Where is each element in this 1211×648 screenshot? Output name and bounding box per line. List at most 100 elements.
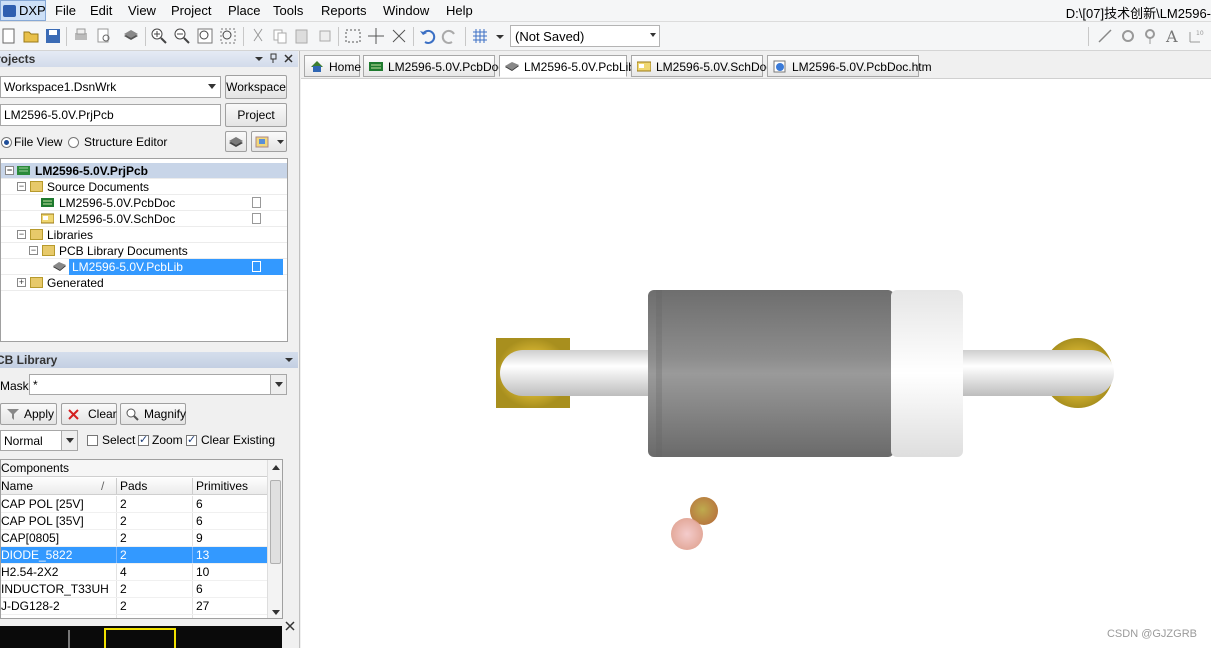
redo-icon[interactable] — [441, 27, 459, 45]
table-row[interactable]: CAP POL [25V] 2 6 — [1, 496, 267, 513]
table-row[interactable]: DIODE_5822 2 13 — [1, 547, 267, 564]
column-pads-header[interactable]: Pads — [120, 479, 147, 493]
layers-icon[interactable] — [122, 27, 140, 45]
magnify-button[interactable]: Magnify — [120, 403, 186, 425]
close-icon[interactable] — [285, 621, 295, 631]
cell-primitives: 13 — [196, 548, 210, 562]
origin-icon[interactable]: 10 — [1188, 27, 1206, 45]
components-scrollbar[interactable] — [267, 460, 282, 618]
scroll-down-chevron-icon[interactable] — [272, 610, 280, 616]
pad-icon[interactable] — [1119, 27, 1137, 45]
tree-item-libraries[interactable]: − Libraries — [1, 227, 287, 243]
collapse-icon[interactable]: − — [29, 246, 38, 255]
via-icon[interactable] — [1142, 27, 1160, 45]
zoom-area-icon[interactable] — [219, 27, 237, 45]
pin-icon[interactable] — [268, 53, 279, 64]
undo-icon[interactable] — [418, 27, 436, 45]
deselect-icon[interactable] — [390, 27, 408, 45]
pcb-3d-view[interactable]: CSDN @GJZGRB — [301, 79, 1211, 648]
collapse-icon[interactable]: − — [5, 166, 14, 175]
line-icon[interactable] — [1096, 27, 1114, 45]
print-icon[interactable] — [72, 27, 90, 45]
diode-body — [648, 290, 894, 457]
collapse-icon[interactable]: − — [17, 230, 26, 239]
menu-reports[interactable]: Reports — [321, 3, 367, 18]
mask-dropdown-button[interactable] — [270, 375, 286, 394]
zoom-out-icon[interactable] — [173, 27, 191, 45]
project-field[interactable]: LM2596-5.0V.PrjPcb — [0, 104, 221, 126]
menu-place[interactable]: Place — [228, 3, 261, 18]
select-area-icon[interactable] — [344, 27, 362, 45]
structure-editor-radio[interactable] — [68, 137, 79, 148]
new-file-icon[interactable] — [0, 27, 18, 45]
tab-schdoc[interactable]: LM2596-5.0V.SchDoc — [631, 55, 772, 77]
collapse-icon[interactable]: − — [17, 182, 26, 191]
column-name-header[interactable]: Name — [1, 479, 33, 493]
table-row[interactable]: INDUCTOR_T33UH 2 6 — [1, 581, 267, 598]
column-divider — [116, 547, 117, 563]
column-primitives-header[interactable]: Primitives — [196, 479, 248, 493]
menu-view[interactable]: View — [128, 3, 156, 18]
scrollbar-thumb[interactable] — [270, 480, 281, 564]
menu-dxp[interactable]: DXP — [0, 0, 46, 21]
clear-existing-checkbox[interactable] — [186, 433, 197, 446]
tree-item-source-documents[interactable]: − Source Documents — [1, 179, 287, 195]
menu-help[interactable]: Help — [446, 3, 473, 18]
tab-pcbdoc-htm[interactable]: LM2596-5.0V.PcbDoc.htm — [767, 55, 932, 77]
panel-menu-chevron-down-icon[interactable] — [284, 355, 294, 365]
preview-outline — [104, 628, 176, 648]
cut-icon[interactable] — [249, 27, 267, 45]
html-report-icon — [773, 60, 786, 73]
table-row[interactable]: CAP[0805] 2 9 — [1, 530, 267, 547]
save-icon[interactable] — [44, 27, 62, 45]
rubber-stamp-icon[interactable] — [316, 27, 334, 45]
workspace-select[interactable]: Workspace1.DsnWrk — [0, 76, 221, 98]
mode-dropdown-button[interactable] — [61, 431, 77, 450]
file-view-radio[interactable] — [1, 137, 12, 148]
tree-item-pcblib[interactable]: LM2596-5.0V.PcbLib — [1, 259, 287, 275]
menu-file[interactable]: File — [55, 3, 76, 18]
tab-pcbdoc[interactable]: LM2596-5.0V.PcbDoc — [363, 55, 504, 77]
menu-window[interactable]: Window — [383, 3, 429, 18]
tree-item-pcbdoc[interactable]: LM2596-5.0V.PcbDoc — [1, 195, 287, 211]
project-button[interactable]: Project — [225, 103, 287, 127]
table-row[interactable]: CAP POL [35V] 2 6 — [1, 513, 267, 530]
chevron-down-icon — [275, 382, 283, 387]
copy-icon[interactable] — [271, 27, 289, 45]
menu-project[interactable]: Project — [171, 3, 211, 18]
expand-icon[interactable]: + — [17, 278, 26, 287]
workspace-button[interactable]: Workspace — [225, 75, 287, 99]
menu-tools[interactable]: Tools — [273, 3, 303, 18]
table-row[interactable]: H2.54-2X2 4 10 — [1, 564, 267, 581]
print-preview-icon[interactable] — [95, 27, 113, 45]
menu-edit[interactable]: Edit — [90, 3, 112, 18]
scroll-up-chevron-icon[interactable] — [272, 464, 280, 470]
tree-item-schdoc[interactable]: LM2596-5.0V.SchDoc — [1, 211, 287, 227]
tab-pcblib[interactable]: LM2596-5.0V.PcbLib — [499, 55, 635, 77]
grid-dropdown-chevron-down-icon[interactable] — [491, 27, 509, 45]
clear-button[interactable]: Clear — [61, 403, 117, 425]
close-icon[interactable] — [283, 53, 294, 64]
table-row[interactable]: LED[0805] 2 10 — [1, 615, 267, 618]
project-options-button[interactable] — [225, 131, 247, 152]
tree-item-generated[interactable]: + Generated — [1, 275, 287, 291]
apply-button[interactable]: Apply — [0, 403, 57, 425]
zoom-in-icon[interactable] — [150, 27, 168, 45]
tab-home[interactable]: Home — [304, 55, 361, 77]
paste-icon[interactable] — [293, 27, 311, 45]
move-icon[interactable] — [367, 27, 385, 45]
zoom-fit-icon[interactable] — [196, 27, 214, 45]
tree-item-pcb-library-documents[interactable]: − PCB Library Documents — [1, 243, 287, 259]
grid-icon[interactable] — [471, 27, 489, 45]
open-folder-icon[interactable] — [22, 27, 40, 45]
panel-menu-chevron-down-icon[interactable] — [254, 54, 264, 64]
zoom-checkbox[interactable] — [138, 433, 149, 446]
mask-input[interactable]: * — [29, 374, 287, 395]
text-string-icon[interactable]: A — [1164, 27, 1182, 45]
save-state-combo[interactable]: (Not Saved) — [510, 25, 660, 47]
mode-select[interactable]: Normal — [0, 430, 78, 451]
select-checkbox[interactable] — [87, 435, 98, 446]
project-menu-button[interactable] — [251, 131, 287, 152]
table-row[interactable]: J-DG128-2 2 27 — [1, 598, 267, 615]
tree-item-project[interactable]: − LM2596-5.0V.PrjPcb — [1, 163, 287, 179]
